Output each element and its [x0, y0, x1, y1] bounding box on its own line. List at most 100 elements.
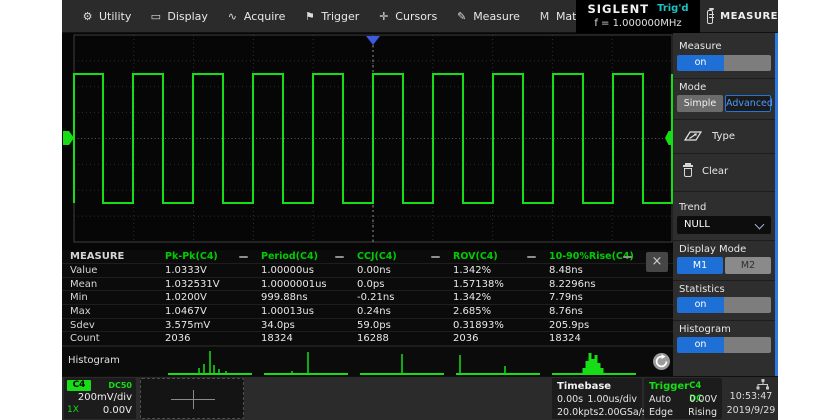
measure-value-cell: 1.0000001us — [261, 278, 327, 292]
remove-measurement-button[interactable] — [431, 256, 440, 258]
remove-measurement-button[interactable] — [239, 256, 248, 258]
trend-value: NULL — [684, 216, 710, 234]
menu-item-label: Utility — [99, 10, 131, 23]
trash-icon — [683, 165, 693, 177]
trend-dropdown[interactable]: NULL — [677, 216, 771, 234]
remove-measurement-button[interactable] — [335, 256, 344, 258]
menu-item-cursors[interactable]: ✛Cursors — [368, 0, 446, 33]
mode-advanced-button[interactable]: Advanced — [725, 95, 771, 112]
type-label: Type — [712, 131, 735, 142]
chevron-down-icon — [755, 220, 765, 230]
histogram-baseline — [360, 373, 444, 375]
measure-value-cell: 18324 — [549, 332, 581, 346]
brand-logo: SIGLENT — [587, 2, 649, 16]
channel-offset: 0.00V — [103, 405, 132, 416]
measure-value-cell: 2.685% — [453, 305, 491, 319]
status-box: SIGLENT Trig'd f = 1.000000MHz — [576, 0, 700, 33]
measure-clipboard-icon — [707, 10, 713, 24]
histogram-baseline — [552, 373, 636, 375]
timebase-delay: 0.00s — [557, 393, 583, 406]
type-button[interactable]: Type — [673, 125, 775, 147]
trigger-box[interactable]: Trigger C4 DC Auto 0.00V Edge Rising — [644, 378, 722, 419]
clear-button[interactable]: Clear — [673, 160, 775, 182]
measure-value-cell: 999.88ns — [261, 291, 308, 305]
trigger-position-marker[interactable] — [366, 36, 380, 45]
measure-value-cell: 18324 — [261, 332, 293, 346]
timebase-box[interactable]: Timebase 0.00s 1.00us/div 20.0kpts 2.00G… — [552, 378, 642, 419]
measure-label: Measure — [679, 41, 722, 52]
menu-item-label: Trigger — [321, 10, 359, 23]
measure-value-cell: 59.0ps — [357, 319, 391, 333]
display-mode-m2-button[interactable]: M2 — [725, 257, 771, 274]
statistics-on-toggle[interactable]: on — [677, 297, 771, 313]
histogram-spike — [589, 353, 592, 373]
screenshot-canvas: { "menu": { "items": [ {"icon": "gear-ic… — [0, 0, 840, 420]
trend-label: Trend — [679, 202, 706, 213]
histogram-on-toggle[interactable]: on — [677, 337, 771, 353]
close-table-button[interactable]: × — [646, 252, 668, 272]
table-header-row: MEASUREPk-Pk(C4)Period(C4)CCJ(C4)ROV(C4)… — [62, 250, 673, 264]
histogram-spike — [225, 371, 227, 373]
measure-on-toggle[interactable]: on — [677, 55, 771, 71]
menu-item-utility[interactable]: ⚙ Utility — [72, 0, 140, 33]
measure-value-cell: 0.00ns — [357, 264, 391, 278]
divider — [673, 78, 775, 79]
histogram-spike — [592, 359, 595, 373]
menu-item-trigger[interactable]: ⚑Trigger — [294, 0, 368, 33]
histogram-reset-button[interactable] — [652, 352, 671, 371]
type-icon — [683, 128, 703, 144]
trigger-mode: Auto — [649, 393, 671, 406]
channel-descriptor-c4[interactable]: C4 DC50 200mV/div 1X 0.00V — [64, 378, 136, 419]
histogram-spike — [504, 366, 506, 373]
table-row-sdev: Sdev3.575mV34.0ps59.0ps0.31893%205.9ps — [62, 319, 673, 333]
histogram-spike — [598, 363, 601, 373]
measure-value-cell: 8.76ns — [549, 305, 583, 319]
menu-item-measure[interactable]: ✎Measure — [446, 0, 529, 33]
histogram-spike — [583, 368, 586, 373]
histogram-baseline — [168, 373, 252, 375]
histogram-spike — [213, 365, 215, 373]
mode-simple-button[interactable]: Simple — [677, 95, 723, 112]
measurement-name: ROV(C4) — [453, 250, 498, 264]
plus-icon — [193, 390, 194, 409]
waveform-display — [62, 33, 673, 250]
measure-value-cell: 16288 — [357, 332, 389, 346]
toggle-off-segment — [724, 337, 771, 353]
measurement-name: Period(C4) — [261, 250, 318, 264]
timebase-sample-rate: 2.00GSa/s — [598, 406, 647, 419]
menu-item-acquire[interactable]: ∿Acquire — [217, 0, 294, 33]
add-channel-box[interactable] — [140, 378, 244, 419]
histogram-spike — [595, 355, 598, 373]
measure-value-cell: 1.0200V — [165, 291, 207, 305]
measure-value-cell: 3.575mV — [165, 319, 210, 333]
measure-value-cell: 1.0333V — [165, 264, 207, 278]
histogram-label: Histogram — [679, 324, 731, 335]
divider — [673, 240, 775, 241]
toggle-on-label: on — [677, 55, 724, 71]
display-mode-m1-button[interactable]: M1 — [677, 257, 723, 274]
divider — [673, 191, 775, 192]
gear-icon: ⚙ — [81, 10, 94, 23]
histogram-spike — [218, 369, 220, 373]
histogram-plots — [62, 347, 673, 377]
measure-value-cell: 8.2296ns — [549, 278, 596, 292]
measurement-name: Pk-Pk(C4) — [165, 250, 218, 264]
timebase-scale: 1.00us/div — [587, 393, 637, 406]
divider — [673, 280, 775, 281]
menu-item-display[interactable]: ▭Display — [140, 0, 217, 33]
histogram-spike — [586, 361, 589, 373]
measure-value-cell: 0.24ns — [357, 305, 391, 319]
histogram-spike — [307, 352, 309, 373]
measure-value-cell: 205.9ps — [549, 319, 589, 333]
remove-measurement-button[interactable] — [527, 256, 536, 258]
trigger-level: 0.00V — [689, 393, 717, 406]
histogram-spike — [601, 368, 604, 373]
menu-item-math[interactable]: MMath — [529, 0, 576, 33]
acquire-icon: ∿ — [226, 10, 239, 23]
dialog-header: MEASURE — [700, 0, 778, 33]
histogram-baseline — [456, 373, 540, 375]
oscilloscope-screen: ⚙ Utility ▭Display∿Acquire⚑Trigger✛Cursors… — [62, 0, 778, 420]
table-row-mean: Mean1.032531V1.0000001us0.0ps1.57138%8.2… — [62, 278, 673, 292]
histogram-spike — [209, 351, 211, 373]
remove-measurement-button[interactable] — [623, 256, 632, 258]
